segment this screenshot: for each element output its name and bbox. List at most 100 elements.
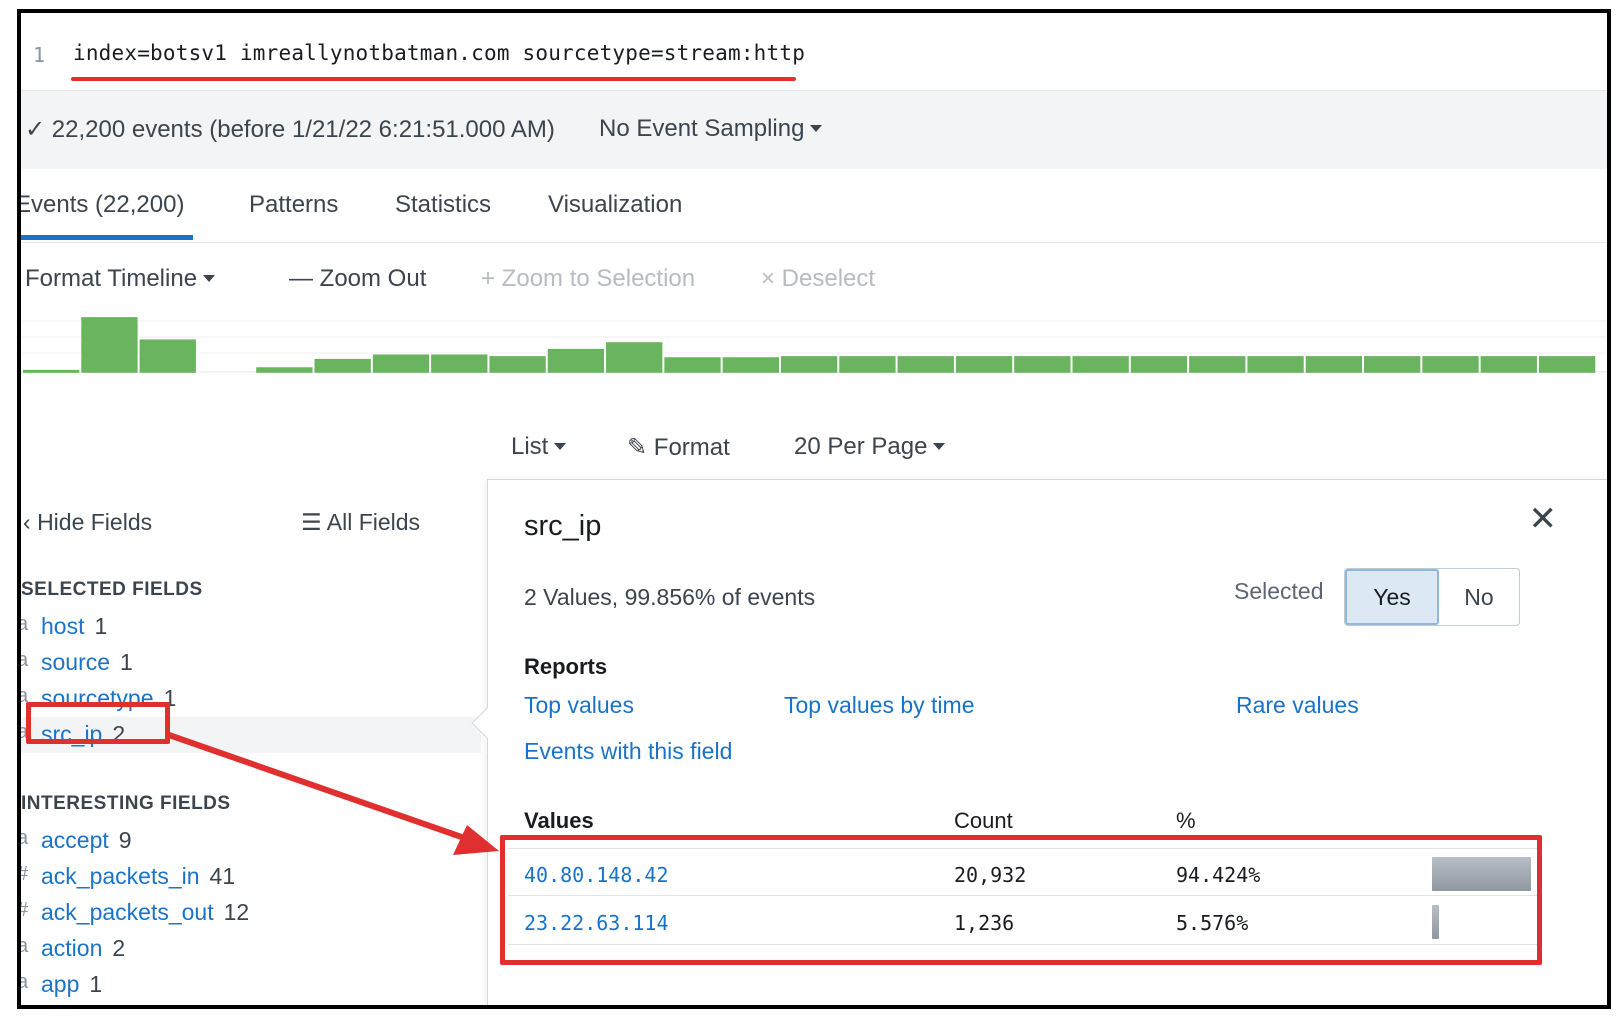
selected-toggle: Yes No — [1344, 568, 1520, 626]
active-tab-indicator — [21, 235, 193, 240]
tab-events[interactable]: Events (22,200) — [21, 191, 184, 219]
close-icon[interactable]: ✕ — [1529, 502, 1558, 536]
timeline-bar[interactable] — [1480, 356, 1537, 373]
timeline-bar[interactable] — [372, 354, 430, 373]
src-ip-annotation-box — [26, 702, 170, 744]
percent-column-header: % — [1176, 808, 1196, 833]
field-name: accept — [41, 827, 109, 853]
hide-fields-button[interactable]: ‹ Hide Fields — [23, 509, 152, 536]
fields-sidebar: ‹ Hide Fields ☰ All Fields SELECTED FIEL… — [21, 479, 481, 1005]
field-type-icon: a — [17, 649, 29, 671]
caret-down-icon — [203, 275, 216, 282]
timeline-bar[interactable] — [897, 356, 954, 373]
all-fields-button[interactable]: ☰ All Fields — [301, 509, 420, 536]
per-page-label: 20 Per Page — [794, 433, 928, 460]
screenshot-frame: 1 index=botsv1 imreallynotbatman.com sou… — [17, 9, 1611, 1009]
count-column-header: Count — [954, 808, 1013, 833]
timeline-bar[interactable] — [1538, 356, 1596, 373]
line-number: 1 — [33, 43, 46, 67]
report-top-values-link[interactable]: Top values — [524, 692, 634, 719]
event-count-status: ✓ 22,200 events (before 1/21/22 6:21:51.… — [25, 116, 555, 143]
timeline-bar[interactable] — [314, 358, 371, 373]
timeline-bar[interactable] — [489, 356, 546, 373]
field-name: source — [41, 649, 111, 675]
timeline-bar[interactable] — [1189, 356, 1246, 373]
timeline-bar[interactable] — [22, 369, 80, 373]
caret-down-icon — [554, 443, 567, 450]
timeline-bar[interactable] — [1072, 356, 1129, 373]
event-sampling-dropdown[interactable]: No Event Sampling — [599, 115, 823, 143]
field-item-ack-packets-in[interactable]: # ack_packets_in 41 — [21, 859, 481, 895]
event-sampling-label: No Event Sampling — [599, 115, 805, 142]
timeline-bar[interactable] — [955, 356, 1013, 373]
timeline-bar[interactable] — [839, 356, 896, 373]
timeline-bar[interactable] — [1247, 356, 1304, 373]
format-timeline-dropdown[interactable]: Format Timeline — [25, 265, 216, 293]
field-item-source[interactable]: a source 1 — [21, 645, 481, 681]
tab-visualization[interactable]: Visualization — [548, 191, 682, 219]
values-annotation-box — [500, 835, 1542, 965]
caret-down-icon — [810, 125, 823, 132]
interesting-fields-heading: INTERESTING FIELDS — [21, 793, 231, 814]
search-query[interactable]: index=botsv1 imreallynotbatman.com sourc… — [73, 41, 805, 65]
field-count: 1 — [89, 971, 103, 997]
timeline-bar[interactable] — [1364, 356, 1421, 373]
field-type-icon: a — [17, 613, 29, 635]
timeline-bar[interactable] — [139, 339, 196, 373]
results-tabs: Events (22,200) Patterns Statistics Visu… — [21, 169, 1607, 243]
field-item-action[interactable]: a action 2 — [21, 931, 481, 967]
field-item-host[interactable]: a host 1 — [21, 609, 481, 645]
selected-no-button[interactable]: No — [1439, 569, 1519, 625]
field-count: 41 — [209, 863, 236, 889]
selected-yes-button[interactable]: Yes — [1345, 569, 1439, 625]
timeline-bar[interactable] — [1305, 356, 1363, 373]
timeline-bar[interactable] — [547, 348, 605, 373]
report-rare-values-link[interactable]: Rare values — [1236, 692, 1359, 719]
values-column-header: Values — [524, 808, 594, 833]
pencil-icon: ✎ — [627, 434, 648, 461]
search-bar[interactable]: 1 index=botsv1 imreallynotbatman.com sou… — [21, 13, 1607, 91]
report-top-values-by-time-link[interactable]: Top values by time — [784, 692, 974, 719]
per-page-dropdown[interactable]: 20 Per Page — [794, 433, 946, 461]
timeline-bar[interactable] — [1014, 356, 1071, 373]
hide-fields-label: Hide Fields — [37, 509, 153, 535]
field-name: action — [41, 935, 103, 961]
job-status-bar: ✓ 22,200 events (before 1/21/22 6:21:51.… — [21, 91, 1607, 169]
field-type-icon: a — [17, 935, 29, 957]
timeline-toolbar: Format Timeline — Zoom Out + Zoom to Sel… — [21, 243, 1607, 309]
chevron-left-icon: ‹ — [23, 509, 38, 535]
format-timeline-label: Format Timeline — [25, 265, 198, 292]
timeline-bar[interactable] — [81, 317, 138, 373]
timeline-bar[interactable] — [1130, 356, 1188, 373]
field-item-accept[interactable]: a accept 9 — [21, 823, 481, 859]
field-item-app[interactable]: a app 1 — [21, 967, 481, 1003]
format-label: Format — [653, 434, 730, 461]
field-count: 9 — [118, 827, 132, 853]
timeline-bar[interactable] — [256, 367, 313, 373]
report-events-with-field-link[interactable]: Events with this field — [524, 738, 732, 765]
tab-statistics[interactable]: Statistics — [395, 191, 491, 219]
timeline-bar[interactable] — [722, 357, 779, 373]
zoom-to-selection-button[interactable]: + Zoom to Selection — [481, 265, 695, 293]
list-label: List — [511, 433, 549, 460]
field-name: app — [41, 971, 80, 997]
timeline-bar[interactable] — [664, 357, 721, 373]
field-type-icon: # — [17, 863, 29, 885]
list-view-dropdown[interactable]: List — [511, 433, 567, 461]
field-count: 1 — [120, 649, 133, 675]
list-icon: ☰ — [301, 509, 327, 535]
timeline-bar[interactable] — [606, 342, 663, 373]
deselect-button[interactable]: × Deselect — [761, 265, 875, 293]
field-count: 12 — [223, 899, 250, 925]
event-timeline-histogram[interactable] — [21, 309, 1607, 373]
format-button[interactable]: ✎ Format — [627, 433, 730, 462]
all-fields-label: All Fields — [326, 509, 421, 535]
reports-heading: Reports — [524, 654, 608, 679]
timeline-bar[interactable] — [780, 356, 838, 373]
timeline-bar[interactable] — [431, 354, 488, 373]
timeline-bar[interactable] — [1422, 356, 1479, 373]
popover-field-title: src_ip — [524, 510, 602, 542]
tab-patterns[interactable]: Patterns — [249, 191, 338, 219]
field-item-ack-packets-out[interactable]: # ack_packets_out 12 — [21, 895, 481, 931]
zoom-out-button[interactable]: — Zoom Out — [289, 265, 426, 293]
